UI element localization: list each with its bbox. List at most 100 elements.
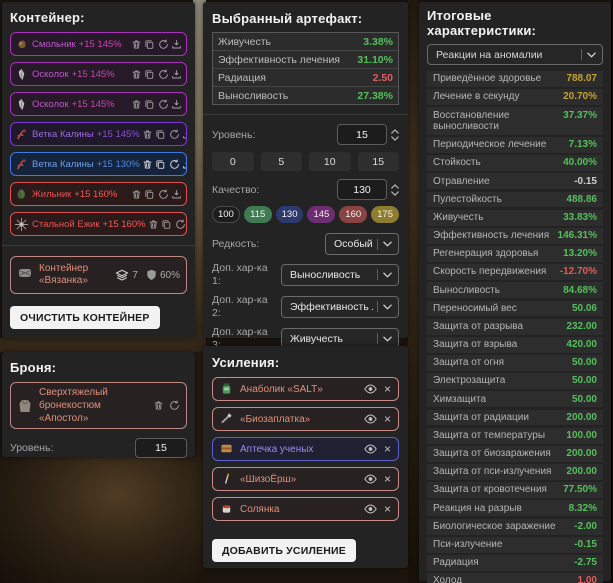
duplicate-icon[interactable] bbox=[144, 99, 155, 110]
stat-label: Живучесть bbox=[433, 212, 489, 224]
total-stat-row: Стойкость40.00% bbox=[427, 155, 603, 171]
delete-icon[interactable] bbox=[131, 69, 142, 80]
save-icon[interactable] bbox=[171, 39, 182, 50]
save-icon[interactable] bbox=[171, 99, 182, 110]
container-item[interactable]: Ветка Калины+15 145% bbox=[10, 122, 187, 146]
stat-label: Выносливость bbox=[433, 285, 506, 297]
duplicate-icon[interactable] bbox=[144, 69, 155, 80]
stat-value: 7.13% bbox=[569, 139, 597, 151]
boost-name: «Биозаплатка» bbox=[240, 414, 310, 425]
level-preset-button[interactable]: 15 bbox=[358, 152, 400, 171]
stat-value: 488.86 bbox=[566, 194, 597, 206]
artifact-stat-row: Радиация2.50 bbox=[213, 69, 398, 87]
quality-preset-button[interactable]: 115 bbox=[244, 206, 272, 223]
boost-item[interactable]: Солянка× bbox=[212, 497, 399, 521]
artifact-name: Ветка Калины bbox=[32, 129, 94, 140]
reroll-icon[interactable] bbox=[158, 69, 169, 80]
quality-preset-button[interactable]: 145 bbox=[307, 206, 335, 223]
clear-container-button[interactable]: ОЧИСТИТЬ КОНТЕЙНЕР bbox=[10, 306, 160, 329]
quality-input[interactable] bbox=[337, 179, 387, 200]
duplicate-icon[interactable] bbox=[144, 39, 155, 50]
quality-preset-button[interactable]: 130 bbox=[276, 206, 304, 223]
delete-icon[interactable] bbox=[148, 219, 159, 230]
visibility-eye-icon[interactable] bbox=[364, 414, 377, 424]
total-stat-row: Защита от огня50.00 bbox=[427, 355, 603, 371]
visibility-eye-icon[interactable] bbox=[364, 474, 377, 484]
delete-icon[interactable] bbox=[131, 189, 142, 200]
duplicate-icon[interactable] bbox=[161, 219, 172, 230]
boost-item[interactable]: Анаболик «SALT»× bbox=[212, 377, 399, 401]
armor-item[interactable]: Сверхтяжелый бронекостюм «Апостол» bbox=[10, 382, 187, 429]
container-item[interactable]: Смольник+15 145% bbox=[10, 32, 187, 56]
boost-icon bbox=[220, 442, 234, 456]
total-stat-row: Защита от разрыва232.00 bbox=[427, 319, 603, 335]
reroll-icon[interactable] bbox=[169, 129, 180, 140]
container-list: Смольник+15 145% Осколок+15 145% Осколок+1… bbox=[10, 32, 187, 236]
armor-level-input[interactable] bbox=[135, 438, 187, 458]
delete-icon[interactable] bbox=[131, 99, 142, 110]
duplicate-icon[interactable] bbox=[155, 129, 166, 140]
extra-stat-1-select[interactable]: Выносливость bbox=[281, 264, 399, 286]
quality-preset-button[interactable]: 160 bbox=[339, 206, 367, 223]
reroll-icon[interactable] bbox=[169, 159, 180, 170]
extra-stat-2-select[interactable]: Эффективность л... bbox=[281, 296, 399, 318]
stat-label: Отравление bbox=[433, 176, 496, 188]
boost-item[interactable]: «ШизоЁрш»× bbox=[212, 467, 399, 491]
delete-icon[interactable] bbox=[153, 400, 164, 411]
stat-label: Восстановление выносливости bbox=[433, 110, 563, 133]
rarity-select[interactable]: Особый bbox=[325, 233, 399, 255]
add-boost-button[interactable]: ДОБАВИТЬ УСИЛЕНИЕ bbox=[212, 539, 356, 562]
reroll-icon[interactable] bbox=[158, 99, 169, 110]
artifact-name: Осколок bbox=[32, 99, 69, 110]
remove-icon[interactable]: × bbox=[384, 443, 391, 455]
stat-label: Радиация bbox=[433, 557, 485, 569]
remove-icon[interactable]: × bbox=[384, 383, 391, 395]
container-item[interactable]: Жильник+15 160% bbox=[10, 182, 187, 206]
save-icon[interactable] bbox=[182, 129, 187, 140]
delete-icon[interactable] bbox=[142, 129, 153, 140]
visibility-eye-icon[interactable] bbox=[364, 384, 377, 394]
level-preset-button[interactable]: 10 bbox=[309, 152, 351, 171]
reroll-icon[interactable] bbox=[158, 189, 169, 200]
container-item[interactable]: Ветка Калины+15 130% bbox=[10, 152, 187, 176]
level-input[interactable] bbox=[337, 124, 387, 145]
duplicate-icon[interactable] bbox=[144, 189, 155, 200]
delete-icon[interactable] bbox=[142, 159, 153, 170]
reroll-icon[interactable] bbox=[158, 39, 169, 50]
save-icon[interactable] bbox=[171, 69, 182, 80]
container-item[interactable]: Осколок+15 145% bbox=[10, 62, 187, 86]
level-preset-button[interactable]: 0 bbox=[212, 152, 254, 171]
remove-icon[interactable]: × bbox=[384, 473, 391, 485]
container-info-card[interactable]: Контейнер «Вязанка» 7 60% bbox=[10, 256, 187, 294]
boost-item[interactable]: Аптечка ученых× bbox=[212, 437, 399, 461]
reroll-icon[interactable] bbox=[169, 400, 180, 411]
stat-label: Защита от огня bbox=[433, 357, 510, 369]
reroll-icon[interactable] bbox=[175, 219, 186, 230]
artifact-icon bbox=[15, 217, 29, 231]
visibility-eye-icon[interactable] bbox=[364, 444, 377, 454]
level-stepper[interactable] bbox=[391, 129, 399, 141]
save-icon[interactable] bbox=[171, 189, 182, 200]
background-art bbox=[408, 0, 419, 583]
quality-preset-button[interactable]: 100 bbox=[212, 206, 240, 223]
visibility-eye-icon[interactable] bbox=[364, 504, 377, 514]
boost-item[interactable]: «Биозаплатка» × bbox=[212, 407, 399, 431]
level-label: Уровень: bbox=[212, 129, 255, 141]
container-item[interactable]: Осколок+15 145% bbox=[10, 92, 187, 116]
container-panel-title: Контейнер: bbox=[10, 10, 187, 25]
quality-preset-button[interactable]: 175 bbox=[371, 206, 399, 223]
quality-stepper[interactable] bbox=[391, 184, 399, 196]
anomaly-reactions-select[interactable]: Реакции на аномалии bbox=[427, 44, 603, 65]
stat-label: Скорость передвижения bbox=[433, 266, 552, 278]
duplicate-icon[interactable] bbox=[155, 159, 166, 170]
save-icon[interactable] bbox=[182, 159, 187, 170]
delete-icon[interactable] bbox=[131, 39, 142, 50]
artifact-icon bbox=[15, 37, 29, 51]
remove-icon[interactable]: × bbox=[384, 503, 391, 515]
stat-value: 20.70% bbox=[563, 91, 597, 103]
level-preset-button[interactable]: 5 bbox=[261, 152, 303, 171]
remove-icon[interactable]: × bbox=[384, 413, 391, 425]
decrement-icon bbox=[391, 191, 399, 196]
stat-label: Защита от взрыва bbox=[433, 339, 523, 351]
container-item[interactable]: Стальной Ежик+15 160% bbox=[10, 212, 187, 236]
